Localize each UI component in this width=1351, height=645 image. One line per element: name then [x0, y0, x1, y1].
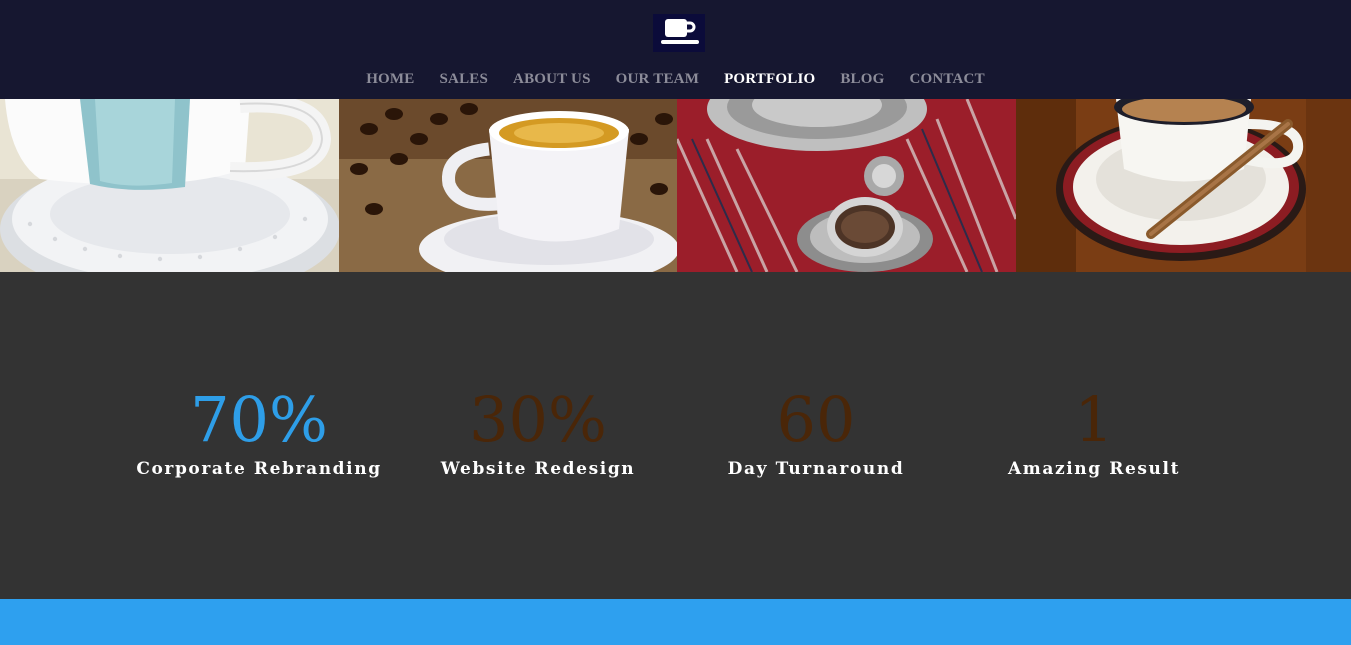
stats-section: 70% Corporate Rebranding 30% Website Red…	[0, 272, 1351, 599]
stat-amazing-result: 1 Amazing Result	[955, 382, 1233, 479]
blue-section-band	[0, 599, 1351, 645]
stat-value: 30%	[469, 383, 607, 456]
coffee-cup-icon	[661, 19, 699, 44]
stat-label: Day Turnaround	[727, 459, 905, 479]
stat-value: 60	[776, 383, 856, 456]
nav-contact[interactable]: CONTACT	[910, 70, 985, 88]
stat-website-redesign: 30% Website Redesign	[399, 382, 677, 479]
stat-value: 1	[1074, 383, 1114, 456]
portfolio-gallery	[0, 99, 1351, 272]
nav-our-team[interactable]: OUR TEAM	[616, 70, 699, 88]
nav-home[interactable]: HOME	[366, 70, 414, 88]
stat-value: 70%	[190, 383, 328, 456]
coffee-with-cinnamon-photo[interactable]	[1016, 99, 1351, 272]
nav-about-us[interactable]: ABOUT US	[513, 70, 591, 88]
stat-label: Corporate Rebranding	[136, 459, 382, 479]
stat-label: Amazing Result	[1007, 459, 1181, 479]
stat-day-turnaround: 60 Day Turnaround	[677, 382, 955, 479]
stat-label: Website Redesign	[440, 459, 636, 479]
stat-corporate-rebranding: 70% Corporate Rebranding	[120, 382, 398, 479]
nav-portfolio[interactable]: PORTFOLIO	[724, 70, 815, 88]
nav-blog[interactable]: BLOG	[840, 70, 884, 88]
logo[interactable]	[653, 14, 705, 52]
espresso-with-beans-photo[interactable]	[339, 99, 677, 272]
teacup-on-saucer-photo[interactable]	[0, 99, 339, 272]
site-header: HOME SALES ABOUT US OUR TEAM PORTFOLIO B…	[0, 0, 1351, 99]
main-nav: HOME SALES ABOUT US OUR TEAM PORTFOLIO B…	[0, 70, 1351, 88]
turkish-coffee-photo[interactable]	[677, 99, 1016, 272]
nav-sales[interactable]: SALES	[440, 70, 489, 88]
